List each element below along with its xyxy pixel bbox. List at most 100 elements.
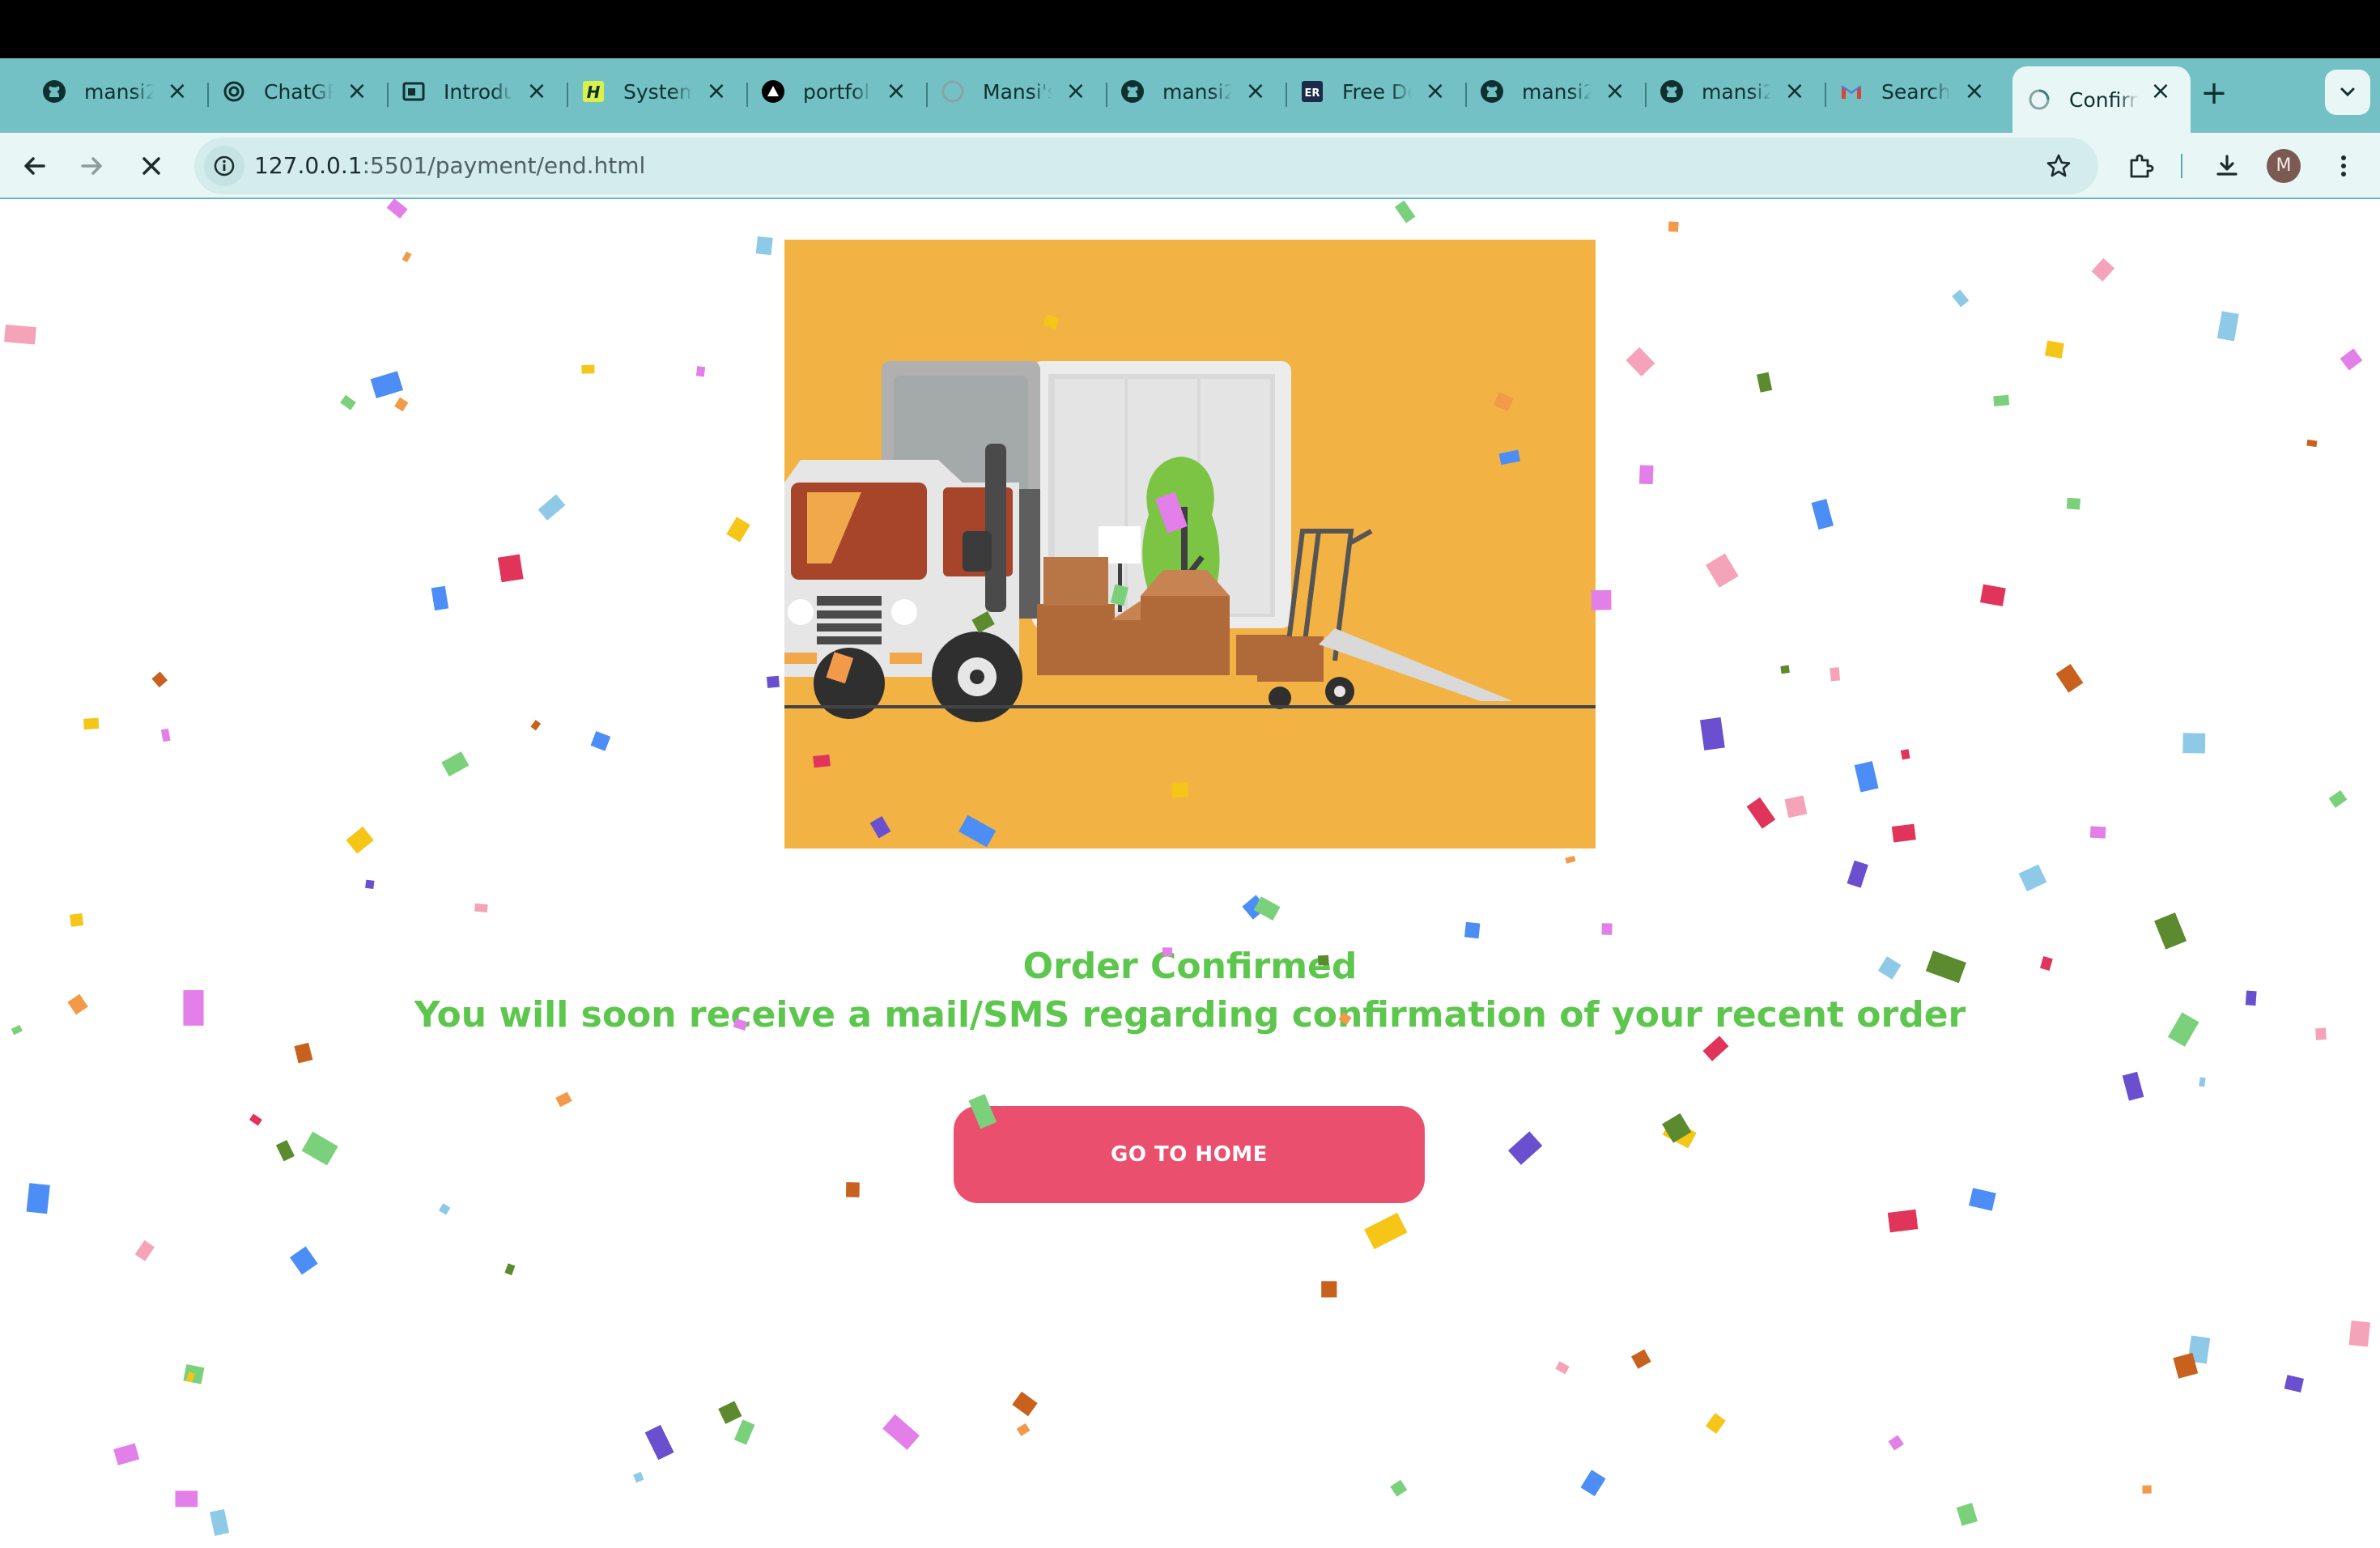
back-button[interactable] (13, 144, 57, 188)
confetti-piece (346, 826, 374, 854)
tab-title: mansi2 (1522, 79, 1592, 104)
tab-github-2[interactable]: mansi2 × (1106, 66, 1286, 117)
arrow-left-icon (24, 157, 45, 175)
confetti-piece (644, 1424, 674, 1461)
extensions-button[interactable] (2119, 144, 2163, 188)
confetti-piece (2089, 826, 2106, 839)
confetti-piece (755, 236, 773, 256)
bookmark-star-button[interactable] (2040, 147, 2077, 185)
confetti-piece (1969, 1188, 1996, 1211)
confetti-piece (1626, 347, 1655, 376)
new-tab-button[interactable]: + (2194, 74, 2234, 115)
tab-free-do[interactable]: ER Free Do × (1286, 66, 1465, 117)
confetti-piece (294, 1042, 313, 1064)
confetti-piece (1364, 1212, 1408, 1250)
confetti-piece (581, 364, 595, 374)
confetti-piece (431, 585, 449, 611)
tab-title: Free Do (1342, 79, 1412, 104)
tab-mansis[interactable]: Mansi's × (926, 66, 1106, 117)
hashnode-icon: H (581, 79, 606, 104)
confetti-piece (1630, 1349, 1651, 1369)
close-icon[interactable]: × (1603, 79, 1627, 104)
close-icon[interactable]: × (2148, 79, 2173, 104)
confetti-piece (386, 199, 408, 219)
tab-github-3[interactable]: mansi2 × (1465, 66, 1645, 117)
confetti-piece (365, 879, 375, 890)
confetti-piece (183, 1364, 205, 1384)
confetti-piece (590, 730, 611, 751)
confetti-piece (1321, 1281, 1337, 1298)
tab-title: Search (1881, 79, 1951, 104)
close-icon[interactable]: × (165, 79, 189, 104)
tab-search-button[interactable] (2325, 70, 2370, 115)
confetti-piece (1702, 1036, 1729, 1061)
profile-avatar[interactable]: M (2267, 149, 2301, 183)
confetti-piece (301, 1131, 338, 1166)
close-icon[interactable]: × (1783, 79, 1807, 104)
confetti-piece (175, 1491, 198, 1508)
confetti-piece (1705, 553, 1739, 588)
confetti-piece (370, 371, 403, 398)
confetti-piece (1700, 717, 1725, 751)
url-text: 127.0.0.1:5501/payment/end.html (254, 152, 645, 179)
confetti-piece (555, 1091, 572, 1108)
confetti-piece (530, 720, 542, 731)
video-icon (402, 79, 426, 104)
tab-chatgpt[interactable]: ChatGPT × (207, 66, 387, 117)
close-icon[interactable]: × (1243, 79, 1268, 104)
confetti-piece (2199, 1077, 2206, 1087)
tab-github-4[interactable]: mansi2 × (1645, 66, 1825, 117)
forward-button[interactable] (70, 144, 113, 188)
confetti-piece (151, 671, 168, 688)
confetti-piece (1662, 1119, 1697, 1149)
close-icon[interactable]: × (345, 79, 369, 104)
confetti-piece (1891, 823, 1916, 843)
confetti-piece (2142, 1485, 2152, 1494)
close-icon[interactable]: × (884, 79, 908, 104)
svg-text:ER: ER (1305, 87, 1320, 100)
confetti-piece (1580, 1469, 1606, 1497)
confetti-piece (1952, 289, 1970, 308)
close-icon[interactable]: × (704, 79, 729, 104)
tab-portfolio[interactable]: portfoli × (746, 66, 926, 117)
close-icon[interactable]: × (1064, 79, 1088, 104)
tab-system[interactable]: H System × (567, 66, 746, 117)
confetti-piece (134, 1240, 155, 1261)
confetti-piece (2091, 257, 2115, 282)
confetti-piece (497, 554, 524, 583)
tab-introduction[interactable]: Introdu × (387, 66, 567, 117)
stop-loading-button[interactable] (130, 144, 173, 188)
tab-title: System (623, 79, 693, 104)
confetti-piece (1507, 1131, 1543, 1165)
address-bar[interactable]: 127.0.0.1:5501/payment/end.html (194, 138, 2098, 194)
go-to-home-button[interactable]: GO TO HOME (954, 1106, 1425, 1203)
globe-icon (941, 79, 965, 104)
confetti-piece (275, 1139, 295, 1162)
confetti-piece (474, 903, 488, 912)
tab-github-1[interactable]: mansi2 × (28, 66, 207, 117)
tab-title: ChatGPT (264, 79, 334, 104)
site-info-button[interactable] (204, 146, 244, 186)
arrow-right-icon (81, 157, 102, 175)
loading-icon (2027, 87, 2051, 112)
confetti-piece (504, 1263, 516, 1276)
close-icon[interactable]: × (1423, 79, 1447, 104)
confetti-piece (210, 1508, 230, 1537)
star-icon (2046, 154, 2071, 177)
confetti-piece (1888, 1435, 1904, 1451)
puzzle-icon (2130, 154, 2154, 178)
confetti-piece (726, 517, 750, 542)
confetti-piece (2122, 1071, 2144, 1101)
tab-gmail-search[interactable]: Search × (1825, 66, 2004, 117)
browser-menu-button[interactable] (2322, 144, 2365, 188)
close-icon[interactable]: × (525, 79, 549, 104)
tab-title: mansi2 (1702, 79, 1771, 104)
tab-confirm-active[interactable]: Confirm × (2012, 66, 2191, 133)
close-icon[interactable]: × (1962, 79, 1987, 104)
confetti-piece (113, 1443, 140, 1465)
downloads-button[interactable] (2205, 144, 2249, 188)
delivery-truck-illustration (784, 240, 1596, 848)
close-icon (142, 157, 160, 175)
confetti-piece (882, 1414, 920, 1450)
confetti-piece (845, 1182, 860, 1197)
